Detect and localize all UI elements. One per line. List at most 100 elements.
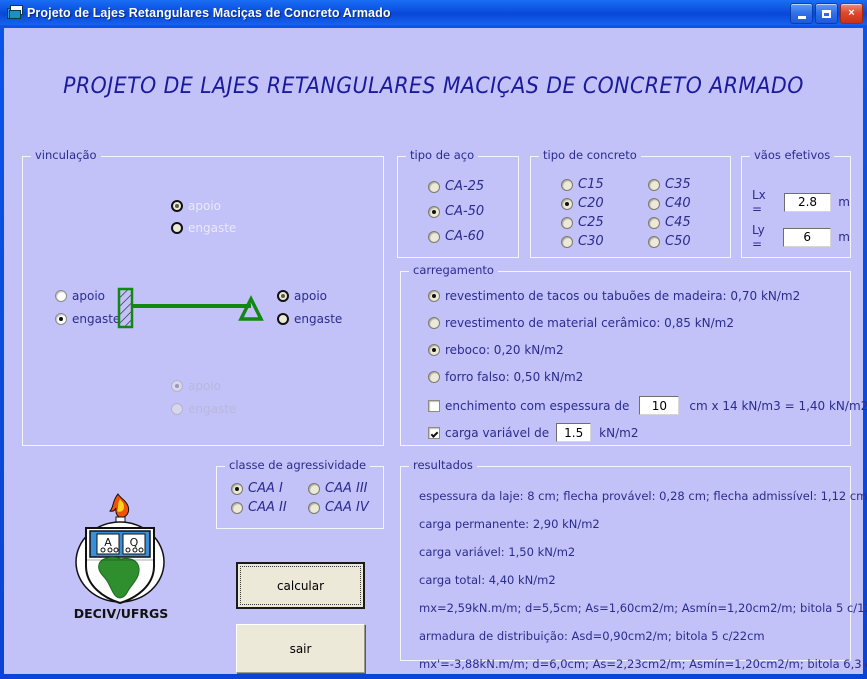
radio-concreto-c15[interactable]: C15 [561,177,604,192]
radio-indicator [428,290,440,302]
banner-letter-a: A [104,536,112,549]
radio-label: C15 [578,177,604,192]
ly-label: Ly = [752,223,765,251]
radio-label: CA-50 [445,204,485,219]
checkbox-enchimento[interactable]: enchimento com espessura de 10 cm x 14 k… [428,396,867,415]
radio-caa-ii[interactable]: CAA II [231,500,287,515]
folder-icon [6,5,23,20]
pinned-support-triangle [238,295,264,321]
radio-label: C30 [578,234,604,249]
radio-indicator [277,313,289,325]
lx-input[interactable]: 2.8 [783,192,832,212]
radio-indicator [428,205,440,218]
radio-label: engaste [294,312,343,326]
radio-label: engaste [188,402,237,416]
result-line: espessura da laje: 8 cm; flecha provável… [419,489,867,503]
radio-indicator [171,222,183,234]
radio-caa-iii[interactable]: CAA III [308,481,368,496]
checkbox-indicator [428,426,440,439]
radio-concreto-c45[interactable]: C45 [648,215,691,230]
radio-revestimento-ceramico[interactable]: revestimento de material cerâmico: 0,85 … [428,316,734,330]
result-line: mx=2,59kN.m/m; d=5,5cm; As=1,60cm2/m; As… [419,601,867,615]
banner-letter-q: Q [130,536,139,549]
radio-concreto-c40[interactable]: C40 [648,196,691,211]
radio-indicator [561,216,573,229]
close-button[interactable]: × [840,3,863,24]
radio-bottom-engaste[interactable]: engaste [171,402,236,416]
carga-variavel-input[interactable]: 1.5 [556,423,592,442]
radio-reboco[interactable]: reboco: 0,20 kN/m2 [428,343,564,357]
logo-caption: DECIV/UFRGS [73,606,169,621]
radio-indicator [55,313,67,325]
application-window: Projeto de Lajes Retangulares Maciças de… [0,0,867,679]
radio-indicator [428,317,440,329]
radio-label: C25 [578,215,604,230]
group-tipo-aco: tipo de aço CA-25 CA-50 CA-60 [397,148,519,258]
radio-label: revestimento de material cerâmico: 0,85 … [445,316,734,330]
radio-caa-iv[interactable]: CAA IV [308,500,369,515]
radio-label: CAA IV [325,500,369,515]
radio-left-apoio[interactable]: apoio [55,289,105,303]
radio-label: C50 [665,234,691,249]
client-area: PROJETO DE LAJES RETANGULARES MACIÇAS DE… [4,28,867,674]
radio-forro-falso[interactable]: forro falso: 0,50 kN/m2 [428,370,583,384]
radio-concreto-c25[interactable]: C25 [561,215,604,230]
radio-top-apoio[interactable]: apoio [171,199,221,213]
radio-indicator [171,380,183,392]
radio-indicator [231,501,243,514]
radio-label: CAA II [248,500,287,515]
checkbox-carga-variavel[interactable]: carga variável de 1.5 kN/m2 [428,423,638,442]
radio-left-engaste[interactable]: engaste [55,312,120,326]
radio-indicator [231,482,243,495]
radio-concreto-c20[interactable]: C20 [561,196,604,211]
checkbox-label: enchimento com espessura de [445,398,630,413]
radio-right-apoio[interactable]: apoio [277,289,327,303]
ly-input[interactable]: 6 [783,227,832,247]
ufrgs-shield-logo: A Q [66,490,176,620]
radio-indicator [561,197,573,210]
result-line: carga variável: 1,50 kN/m2 [419,545,576,559]
calcular-button[interactable]: calcular [236,562,365,609]
radio-label: forro falso: 0,50 kN/m2 [445,370,584,384]
radio-indicator [308,482,320,495]
title-bar: Projeto de Lajes Retangulares Maciças de… [0,0,867,25]
radio-aco-ca25[interactable]: CA-25 [428,179,484,194]
radio-indicator [648,216,660,229]
radio-indicator [428,371,440,383]
maximize-button[interactable] [815,3,838,24]
carga-variavel-suffix: kN/m2 [599,425,639,440]
close-icon: × [848,7,855,19]
radio-top-engaste[interactable]: engaste [171,221,236,235]
sair-button[interactable]: sair [236,624,365,673]
radio-indicator [171,403,183,415]
radio-label: apoio [72,289,105,303]
radio-bottom-apoio[interactable]: apoio [171,379,221,393]
group-carregamento: carregamento revestimento de tacos ou ta… [400,263,867,446]
page-title: PROJETO DE LAJES RETANGULARES MACIÇAS DE… [63,74,804,99]
group-classe-agressividade: classe de agressividade CAA I CAA II CAA… [216,458,384,529]
radio-concreto-c50[interactable]: C50 [648,234,691,249]
radio-indicator [428,180,440,193]
radio-concreto-c35[interactable]: C35 [648,177,691,192]
radio-aco-ca50[interactable]: CA-50 [428,204,484,219]
window-controls: × [790,3,863,24]
radio-revestimento-madeira[interactable]: revestimento de tacos ou tabuões de made… [428,289,800,303]
group-vinculacao: vinculação apoio engaste apoio engaste a… [22,148,384,446]
sair-label: sair [289,641,312,656]
radio-right-engaste[interactable]: engaste [277,312,342,326]
enchimento-input[interactable]: 10 [639,396,680,415]
radio-caa-i[interactable]: CAA I [231,481,283,496]
result-line: carga total: 4,40 kN/m2 [419,573,556,587]
radio-indicator [55,290,67,302]
radio-indicator [561,235,573,248]
radio-label: engaste [188,221,237,235]
minimize-button[interactable] [790,3,813,24]
radio-concreto-c30[interactable]: C30 [561,234,604,249]
radio-label: C35 [665,177,691,192]
radio-label: engaste [72,312,121,326]
radio-indicator [277,290,289,302]
radio-label: C20 [578,196,604,211]
radio-aco-ca60[interactable]: CA-60 [428,229,484,244]
radio-label: apoio [294,289,327,303]
radio-label: CA-25 [445,179,485,194]
